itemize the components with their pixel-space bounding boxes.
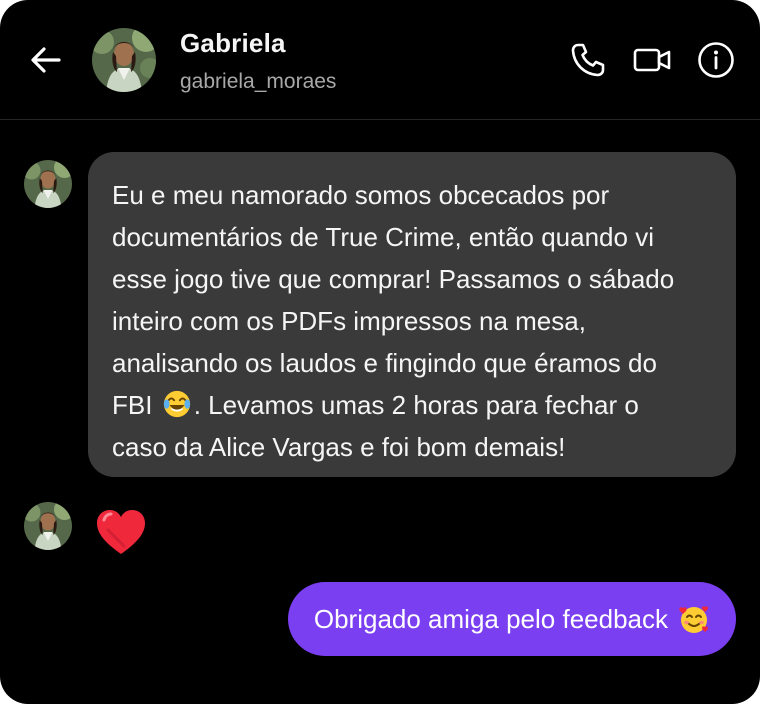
voice-call-button[interactable] [568, 40, 608, 80]
chat-header: Gabriela gabriela_moraes [0, 0, 760, 120]
avatar-photo [24, 160, 72, 208]
sender-avatar[interactable] [24, 160, 72, 208]
avatar-photo [92, 28, 156, 92]
info-icon [698, 42, 734, 78]
message-line: Eu e meu namorado somos obcecados por [112, 180, 610, 210]
smiling-face-with-hearts-emoji-icon [679, 606, 708, 633]
chat-window: Gabriela gabriela_moraes Eu e meu namora… [0, 0, 760, 704]
message-line: caso da Alice Vargas e foi bom demais! [112, 432, 566, 462]
message-line: inteiro com os PDFs impressos na mesa, [112, 306, 586, 336]
message-text-fragment: . Levamos umas 2 horas para fechar o [193, 390, 639, 420]
conversation-info-button[interactable] [696, 40, 736, 80]
contact-handle[interactable]: gabriela_moraes [180, 70, 336, 94]
red-heart-emoji-icon [97, 510, 145, 554]
back-button[interactable] [28, 42, 64, 78]
sender-avatar[interactable] [24, 502, 72, 550]
outgoing-message-text: Obrigado amiga pelo feedback [313, 603, 668, 634]
phone-icon [571, 43, 605, 77]
message-text-fragment: FBI [112, 390, 153, 420]
message-line: FBI . Levamos umas 2 horas para fechar o [112, 384, 712, 426]
back-arrow-icon [31, 47, 61, 73]
tears-of-joy-emoji-icon [163, 390, 190, 418]
message-line: esse jogo tive que comprar! Passamos o s… [112, 264, 675, 294]
avatar-photo [24, 502, 72, 550]
contact-name[interactable]: Gabriela [180, 28, 286, 59]
heart-message[interactable] [94, 508, 148, 558]
contact-avatar[interactable] [92, 28, 156, 92]
video-camera-icon [633, 48, 671, 72]
message-line: analisando os laudos e fingindo que éram… [112, 348, 657, 378]
video-call-button[interactable] [632, 40, 672, 80]
message-line: documentários de True Crime, então quand… [112, 222, 654, 252]
incoming-message[interactable]: Eu e meu namorado somos obcecados por do… [88, 152, 736, 477]
outgoing-message[interactable]: Obrigado amiga pelo feedback [287, 582, 736, 656]
